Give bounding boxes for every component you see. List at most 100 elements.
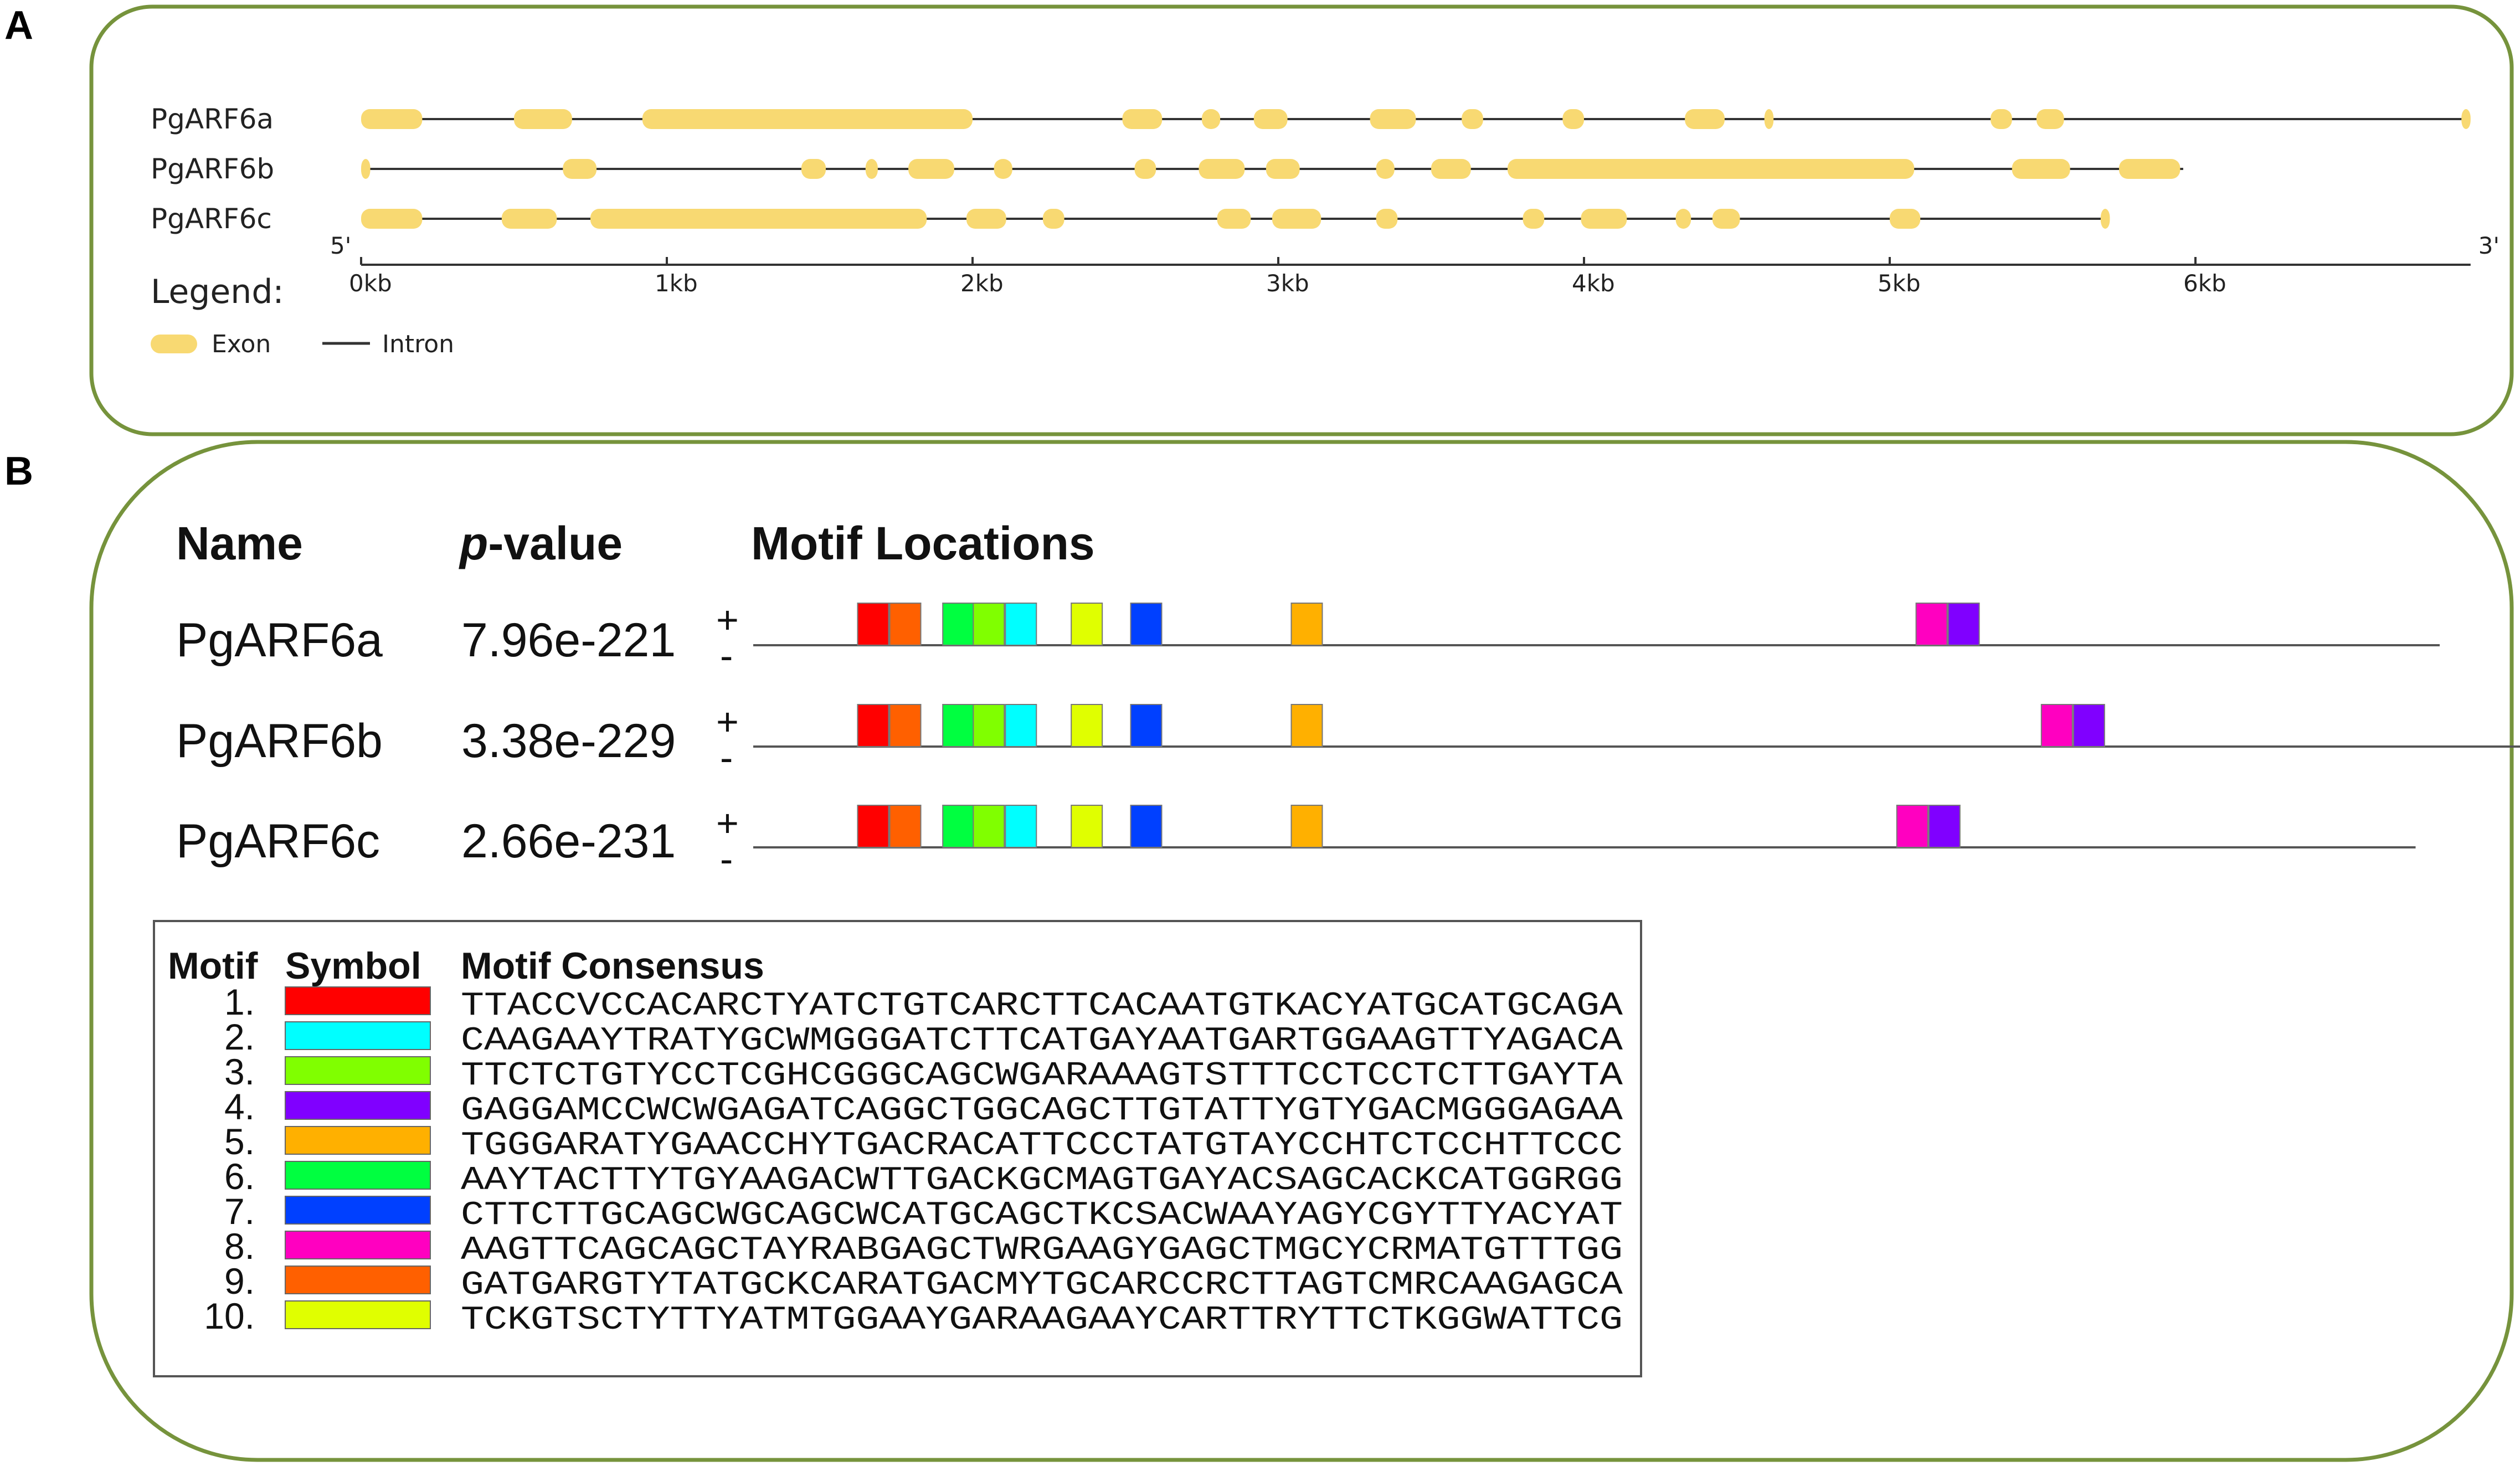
intron-legend-label: Intron: [382, 330, 454, 358]
motif-7-block: [1130, 704, 1163, 747]
exon-block: [1562, 109, 1584, 129]
motif-10-block: [1071, 704, 1103, 747]
exon-block: [1431, 159, 1471, 179]
motif-symbol-swatch: [285, 986, 431, 1015]
gene-name-label: PgARF6b: [151, 153, 274, 185]
row-name: PgARF6a: [176, 614, 383, 667]
row-name: PgARF6b: [176, 714, 383, 768]
exon-block: [1370, 109, 1416, 129]
motif-symbol-swatch: [285, 1091, 431, 1120]
motif-9-block: [889, 603, 922, 646]
minus-strand-label: -: [720, 837, 733, 881]
motif-9-block: [889, 805, 922, 848]
motif-2-block: [1005, 603, 1037, 646]
exon-block: [1523, 209, 1545, 229]
exon-block: [361, 209, 423, 229]
exon-legend-label: Exon: [212, 330, 271, 358]
motif-4-block: [1947, 603, 1980, 646]
panel-a-letter: A: [4, 3, 33, 48]
motif-1-block: [857, 704, 889, 747]
motif-consensus: TTCTCTGTYCCTCGHCGGGCAGCWGARAAAGTSTTTCCTC…: [461, 1057, 1623, 1095]
exon-block: [1508, 159, 1915, 179]
gene-legend: Legend: Exon Intron: [151, 272, 454, 358]
motif-symbol-swatch: [285, 1231, 431, 1259]
kb-tick-label: 6kb: [2183, 270, 2226, 297]
exon-block: [1134, 159, 1156, 179]
pvalue-header-p: p: [459, 517, 488, 569]
kb-tick-label: 1kb: [655, 270, 698, 297]
row-pvalue: 2.66e-231: [461, 815, 676, 868]
motif-4-block: [2072, 704, 2105, 747]
exon-block: [1122, 109, 1163, 129]
motif-consensus: CAAGAAYTRATYGCWMGGGATCTTCATGAYAATGARTGGA…: [461, 1022, 1623, 1060]
motif-7-block: [1130, 603, 1163, 646]
minus-strand-label: -: [720, 634, 733, 677]
table-motif-header: Motif: [168, 945, 258, 987]
exon-block: [1272, 209, 1321, 229]
table-symbol-header: Symbol: [285, 945, 421, 987]
three-prime-label: 3': [2478, 232, 2500, 259]
motif-consensus: GATGARGTYTATGCKCARATGACMYTGCARCCRCTTAGTC…: [461, 1267, 1623, 1304]
exon-block: [1890, 209, 1921, 229]
gene-name-label: PgARF6c: [151, 203, 272, 235]
exon-block: [1685, 109, 1725, 129]
motif-consensus: AAGTTCAGCAGCTAYRABGAGCTWRGAAGYGAGCTMGCYC…: [461, 1232, 1623, 1269]
exon-block: [514, 109, 572, 129]
motif-9-block: [889, 704, 922, 747]
exon-block: [2119, 159, 2180, 179]
table-consensus-header: Motif Consensus: [461, 945, 764, 987]
motif-row-a: PgARF6a 7.96e-221 + -: [176, 598, 739, 677]
motif-consensus: GAGGAMCCWCWGAGATCAGGCTGGCAGCTTGTATTYGTYG…: [461, 1092, 1623, 1130]
pvalue-header: p-value: [459, 517, 623, 569]
exon-block: [1462, 109, 1483, 129]
exon-block: [642, 109, 973, 129]
motif-10-block: [1071, 603, 1103, 646]
figure: A PgARF6a PgARF6b PgARF6c 0kb 1kb 2kb 3kb 4kb 5…: [4, 3, 2520, 1462]
kb-tick-label: 5kb: [1878, 270, 1921, 297]
motif-3-block: [973, 603, 1005, 646]
motif-locations-header: Motif Locations: [751, 517, 1095, 569]
row-pvalue: 3.38e-229: [461, 714, 676, 768]
exon-block: [1675, 209, 1691, 229]
motif-symbol-swatch: [285, 1161, 431, 1190]
motif-symbol-swatch: [285, 1126, 431, 1155]
kb-tick-label: 0kb: [349, 270, 392, 297]
exon-block: [590, 209, 927, 229]
motif-1-block: [857, 603, 889, 646]
motif-6-block: [942, 805, 975, 848]
motif-row-b: PgARF6b 3.38e-229 + -: [176, 700, 739, 779]
motif-3-block: [973, 704, 1005, 747]
exon-block: [1764, 109, 1774, 129]
name-header: Name: [176, 517, 303, 569]
exon-block: [1266, 159, 1300, 179]
five-prime-label: 5': [330, 232, 351, 259]
motif-10-block: [1071, 805, 1103, 848]
motif-consensus: TGGGARATYGAACCHYTGACRACATTCCCTATGTAYCCHT…: [461, 1127, 1623, 1165]
exon-block: [563, 159, 597, 179]
motif-symbol-swatch: [285, 1021, 431, 1050]
motif-8-block: [2040, 704, 2073, 747]
motif-1-block: [857, 805, 889, 848]
motif-consensus: TTACCVCCACARCTYATCTGTCARCTTCACAATGTKACYA…: [461, 987, 1623, 1025]
exon-block: [501, 209, 557, 229]
motif-symbol-swatch: [285, 1056, 431, 1085]
exon-block: [908, 159, 954, 179]
exon-block: [1199, 159, 1245, 179]
gene-name-label: PgARF6a: [151, 103, 274, 135]
panel-b-letter: B: [4, 449, 33, 493]
exon-block: [1376, 159, 1395, 179]
exon-block: [1376, 209, 1398, 229]
motif-5-block: [1290, 704, 1323, 747]
exon-block: [1712, 209, 1740, 229]
row-pvalue: 7.96e-221: [461, 614, 676, 667]
exon-block: [2012, 159, 2070, 179]
exon-block: [994, 159, 1012, 179]
exon-block: [361, 159, 371, 179]
motif-2-block: [1005, 805, 1037, 848]
exon-block: [1202, 109, 1221, 129]
motif-7-block: [1130, 805, 1163, 848]
exon-block: [1217, 209, 1251, 229]
exon-block: [361, 109, 423, 129]
motif-consensus: TCKGTSCTYTTYATMTGGAAYGARAAGAAYCARTTRYTTC…: [461, 1302, 1623, 1339]
motif-symbol-swatch: [285, 1300, 431, 1329]
